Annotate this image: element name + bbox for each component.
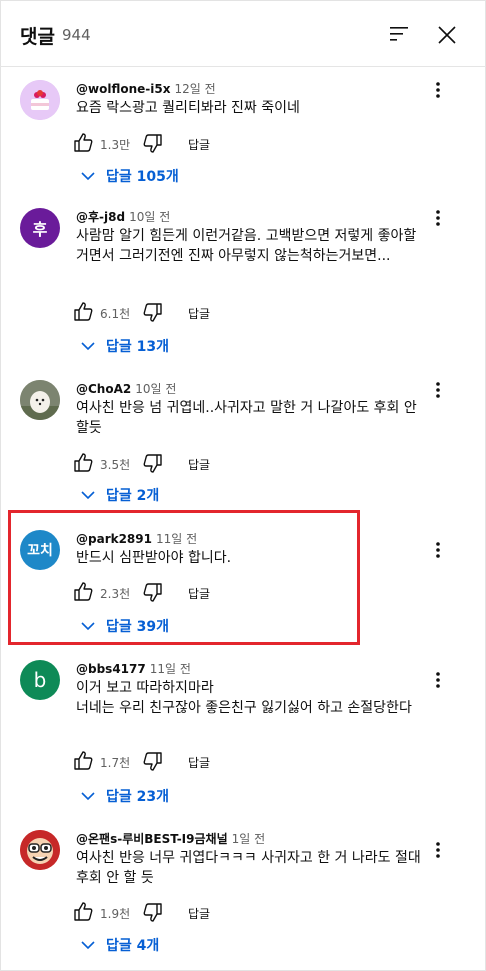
comment-meta: @후-j8d 10일 전 — [76, 208, 170, 225]
thumbs-up-icon[interactable] — [72, 452, 94, 474]
comment-actions: 1.9천 답글 — [72, 901, 272, 925]
thumbs-down-icon[interactable] — [142, 452, 164, 474]
comment-meta: @park2891 11일 전 — [76, 530, 197, 547]
thumbs-up-icon[interactable] — [72, 750, 94, 772]
comment-text: 이거 보고 따라하지마라 너네는 우리 친구잖아 좋은친구 잃기싫어 하고 손절… — [76, 680, 412, 716]
reply-button[interactable]: 답글 — [188, 305, 210, 322]
comment-meta: @wolflone-i5x 12일 전 — [76, 80, 216, 97]
more-options-icon[interactable] — [429, 670, 447, 690]
thumbs-down-icon[interactable] — [142, 750, 164, 772]
thumbs-up-icon[interactable] — [72, 132, 94, 154]
comment-time[interactable]: 1일 전 — [232, 832, 266, 846]
comment-author[interactable]: @후-j8d — [76, 210, 125, 224]
more-options-icon[interactable] — [429, 540, 447, 560]
more-options-icon[interactable] — [429, 80, 447, 100]
replies-label: 답글 13개 — [106, 339, 169, 355]
like-count: 1.9천 — [100, 907, 131, 921]
avatar[interactable] — [20, 80, 60, 120]
chevron-down-icon — [81, 941, 95, 950]
comment-item: @ChoA2 10일 전 여사친 반응 넘 귀엽네..사귀자고 말한 거 나갈아도… — [0, 380, 486, 504]
reply-button[interactable]: 답글 — [188, 456, 210, 473]
comment-meta: @ChoA2 10일 전 — [76, 380, 176, 397]
comment-author[interactable]: @park2891 — [76, 532, 152, 546]
comment-time[interactable]: 12일 전 — [174, 82, 215, 96]
comment-item: 후 @후-j8d 10일 전 사람맘 알기 힘든게 이런거같음. 고백받으면 저렇… — [0, 208, 486, 358]
replies-label: 답글 2개 — [106, 488, 160, 504]
comment-author[interactable]: @bbs4177 — [76, 662, 146, 676]
dog-photo-icon — [20, 380, 60, 420]
like-count: 1.7천 — [100, 756, 131, 770]
comment-actions: 3.5천 답글 — [72, 452, 272, 476]
comment-actions: 6.1천 답글 — [72, 301, 272, 325]
comment-time[interactable]: 11일 전 — [150, 662, 191, 676]
avatar[interactable]: 꼬치 — [20, 530, 60, 570]
avatar-letter: 후 — [32, 220, 48, 239]
comment-actions: 2.3천 답글 — [72, 581, 272, 605]
chevron-down-icon — [81, 342, 95, 351]
avatar[interactable] — [20, 830, 60, 870]
character-face-icon — [20, 830, 60, 870]
comment-text: 반드시 심판받아야 합니다. — [76, 550, 232, 566]
cake-icon — [20, 80, 60, 120]
chevron-down-icon — [81, 491, 95, 500]
thumbs-up-icon[interactable] — [72, 901, 94, 923]
comment-text: 요즘 락스광고 퀄리티봐라 진짜 죽이네 — [76, 100, 300, 116]
avatar[interactable] — [20, 380, 60, 420]
more-options-icon[interactable] — [429, 208, 447, 228]
replies-label: 답글 39개 — [106, 619, 169, 635]
chevron-down-icon — [81, 792, 95, 801]
comment-actions: 1.7천 답글 — [72, 750, 272, 774]
more-options-icon[interactable] — [429, 840, 447, 860]
comment-text: 여사친 반응 너무 귀엽다ㅋㅋㅋ 사귀자고 한 거 나라도 절대 후회 안 할 … — [76, 850, 421, 886]
comment-text: 사람맘 알기 힘든게 이런거같음. 고백받으면 저렇게 좋아할거면서 그러기전엔… — [76, 228, 417, 264]
thumbs-down-icon[interactable] — [142, 901, 164, 923]
comment-time[interactable]: 11일 전 — [156, 532, 197, 546]
like-count: 6.1천 — [100, 307, 131, 321]
reply-button[interactable]: 답글 — [188, 754, 210, 771]
comment-meta: @온팬s-루비BEST-I9금채널 1일 전 — [76, 830, 265, 847]
thumbs-up-icon[interactable] — [72, 581, 94, 603]
thumbs-down-icon[interactable] — [142, 132, 164, 154]
comments-header: 댓글 944 — [0, 0, 486, 67]
comment-item: b @bbs4177 11일 전 이거 보고 따라하지마라 너네는 우리 친구잖아… — [0, 660, 486, 805]
avatar-letter: 꼬치 — [27, 543, 53, 559]
like-count: 3.5천 — [100, 458, 131, 472]
avatar-letter: b — [33, 668, 47, 692]
comments-title: 댓글 — [20, 26, 55, 48]
replies-label: 답글 4개 — [106, 938, 160, 954]
comment-item: 꼬치 @park2891 11일 전 반드시 심판받아야 합니다. 2.3천 답글… — [0, 530, 486, 640]
comment-time[interactable]: 10일 전 — [129, 210, 170, 224]
thumbs-up-icon[interactable] — [72, 301, 94, 323]
comment-author[interactable]: @온팬s-루비BEST-I9금채널 — [76, 832, 228, 846]
comment-actions: 1.3만 답글 — [72, 132, 272, 156]
comment-meta: @bbs4177 11일 전 — [76, 660, 191, 677]
replies-label: 답글 23개 — [106, 789, 169, 805]
avatar[interactable]: 후 — [20, 208, 60, 248]
avatar[interactable]: b — [20, 660, 60, 700]
comment-time[interactable]: 10일 전 — [135, 382, 176, 396]
comment-author[interactable]: @wolflone-i5x — [76, 82, 170, 96]
reply-button[interactable]: 답글 — [188, 585, 210, 602]
comment-author[interactable]: @ChoA2 — [76, 382, 131, 396]
thumbs-down-icon[interactable] — [142, 301, 164, 323]
close-icon[interactable] — [436, 24, 458, 46]
more-options-icon[interactable] — [429, 380, 447, 400]
sort-icon[interactable] — [388, 24, 410, 44]
reply-button[interactable]: 답글 — [188, 136, 210, 153]
like-count: 2.3천 — [100, 587, 131, 601]
comments-count: 944 — [62, 26, 91, 44]
chevron-down-icon — [81, 622, 95, 631]
comment-item: @온팬s-루비BEST-I9금채널 1일 전 여사친 반응 너무 귀엽다ㅋㅋㅋ 사… — [0, 830, 486, 960]
like-count: 1.3만 — [100, 138, 131, 152]
chevron-down-icon — [81, 172, 95, 181]
comment-text: 여사친 반응 넘 귀엽네..사귀자고 말한 거 나갈아도 후회 안할듯 — [76, 400, 417, 436]
comment-item: @wolflone-i5x 12일 전 요즘 락스광고 퀄리티봐라 진짜 죽이네 … — [0, 80, 486, 190]
reply-button[interactable]: 답글 — [188, 905, 210, 922]
thumbs-down-icon[interactable] — [142, 581, 164, 603]
replies-label: 답글 105개 — [106, 169, 179, 185]
